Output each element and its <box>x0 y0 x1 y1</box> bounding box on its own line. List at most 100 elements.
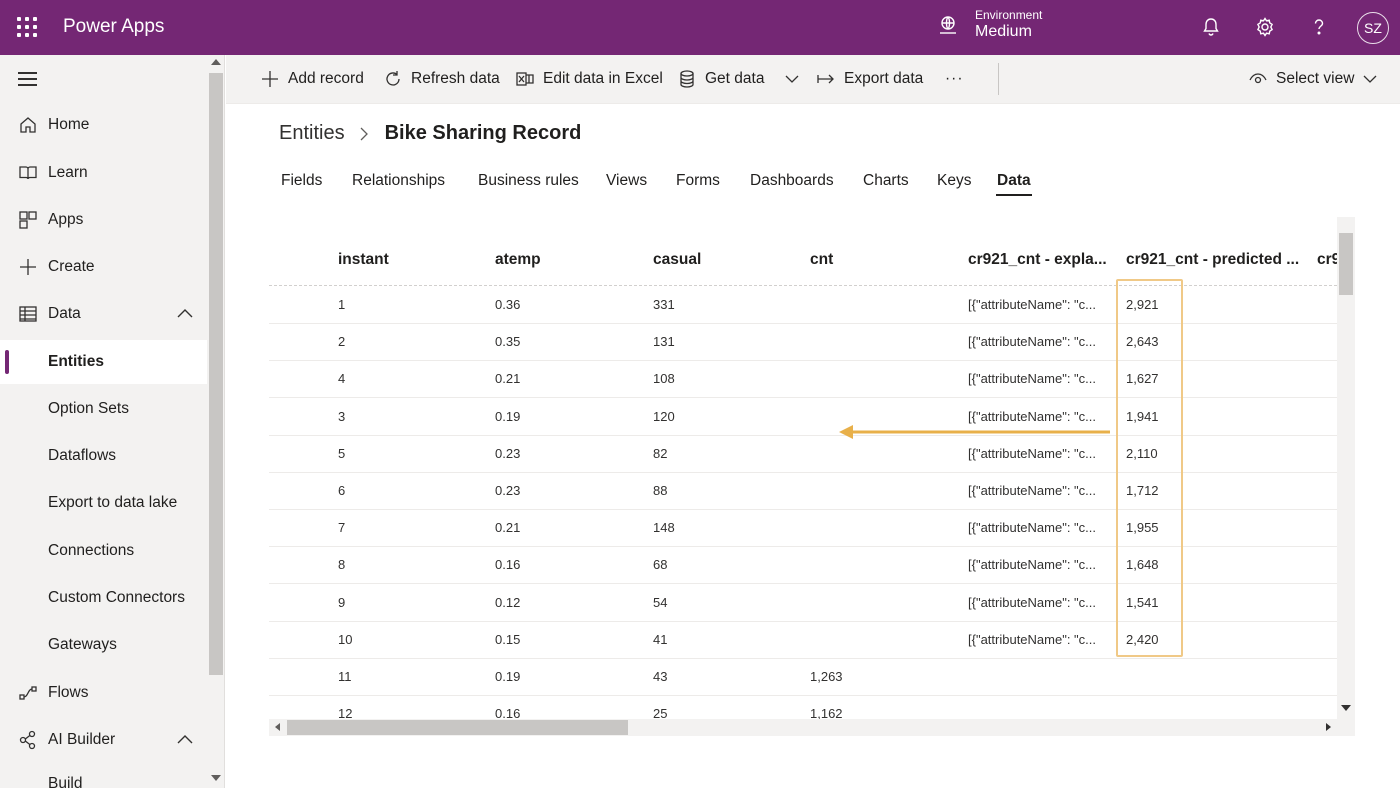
ai-builder-icon <box>19 730 36 750</box>
sidebar-item-data[interactable]: Data <box>0 292 207 336</box>
tab-views[interactable]: Views <box>606 172 647 190</box>
select-view-label: Select view <box>1276 70 1355 87</box>
cell-instant: 3 <box>338 408 346 424</box>
scroll-up-icon[interactable] <box>211 59 221 65</box>
grid-vertical-scrollbar-thumb[interactable] <box>1339 233 1353 295</box>
cell-explain: [{"attributeName": "c... <box>968 520 1097 536</box>
cell-atemp: 0.15 <box>495 631 521 647</box>
refresh-data-label: Refresh data <box>411 70 500 87</box>
get-data-label: Get data <box>705 70 765 87</box>
sidebar-item-entities[interactable]: Entities <box>0 340 207 384</box>
sidebar-item-option-sets[interactable]: Option Sets <box>0 387 207 431</box>
cell-explain: [{"attributeName": "c... <box>968 631 1097 647</box>
sidebar-item-label: Flows <box>48 684 89 701</box>
help-icon[interactable] <box>1308 16 1330 38</box>
sidebar-item-label: Create <box>48 258 95 275</box>
cell-casual: 148 <box>653 520 675 536</box>
sidebar-item-connections[interactable]: Connections <box>0 529 207 573</box>
select-view-button[interactable]: Select view <box>1248 68 1380 90</box>
chevron-right-icon <box>360 127 368 140</box>
sidebar-item-apps[interactable]: Apps <box>0 198 207 242</box>
selection-indicator <box>5 350 9 374</box>
cell-atemp: 0.21 <box>495 520 521 536</box>
tab-forms[interactable]: Forms <box>676 172 720 190</box>
tab-fields[interactable]: Fields <box>281 172 322 190</box>
tab-business-rules[interactable]: Business rules <box>478 172 579 190</box>
sidebar-item-custom-connectors[interactable]: Custom Connectors <box>0 576 207 620</box>
annotation-arrow-icon <box>839 425 1110 439</box>
cell-instant: 9 <box>338 594 346 610</box>
cell-explain: [{"attributeName": "c... <box>968 445 1097 461</box>
get-data-button[interactable]: Get data <box>677 68 764 90</box>
page-title: Bike Sharing Record <box>384 122 582 144</box>
cell-explain: [{"attributeName": "c... <box>968 371 1097 387</box>
app-launcher-icon[interactable] <box>17 17 37 37</box>
bell-icon[interactable] <box>1200 16 1222 38</box>
sidebar-item-home[interactable]: Home <box>0 103 207 147</box>
edit-in-excel-button[interactable]: Edit data in Excel <box>515 68 663 90</box>
environment-label: Environment <box>975 8 1043 22</box>
data-grid: instant atemp casual cnt cr921_cnt - exp… <box>269 217 1355 736</box>
tab-dashboards[interactable]: Dashboards <box>750 172 834 190</box>
sidebar-item-label: Gateways <box>48 636 117 653</box>
sidebar-item-label: Home <box>48 116 90 133</box>
column-header-casual[interactable]: casual <box>653 251 701 269</box>
more-commands-button[interactable]: ··· <box>945 68 964 90</box>
environment-picker[interactable]: Environment Medium <box>937 8 1042 41</box>
cell-instant: 6 <box>338 483 346 498</box>
sidebar-item-flows[interactable]: Flows <box>0 671 207 715</box>
sidebar-item-learn[interactable]: Learn <box>0 151 207 195</box>
cell-casual: 68 <box>653 557 668 573</box>
column-header-instant[interactable]: instant <box>338 251 389 269</box>
book-icon <box>19 166 37 180</box>
divider <box>998 63 999 95</box>
get-data-dropdown-button[interactable] <box>782 68 802 90</box>
top-header: Power Apps Environment Medium SZ <box>0 0 1400 55</box>
cell-explain: [{"attributeName": "c... <box>968 557 1097 573</box>
sidebar-item-gateways[interactable]: Gateways <box>0 623 207 667</box>
predicted-column-highlight <box>1116 279 1183 657</box>
sidebar-item-label: Connections <box>48 542 135 559</box>
tab-data[interactable]: Data <box>997 172 1031 190</box>
scroll-right-icon[interactable] <box>1326 723 1331 731</box>
refresh-data-button[interactable]: Refresh data <box>383 68 500 90</box>
sidebar-item-build[interactable]: Build <box>0 762 207 788</box>
breadcrumb-entities-link[interactable]: Entities <box>279 122 345 145</box>
sidebar-item-label: Apps <box>48 211 84 228</box>
sidebar-item-create[interactable]: Create <box>0 245 207 289</box>
tab-relationships[interactable]: Relationships <box>352 172 445 190</box>
column-header-predicted[interactable]: cr921_cnt - predicted ... <box>1126 251 1299 269</box>
sidebar: Home Learn Apps Create Data Entities Opt… <box>0 55 225 788</box>
column-header-explanation[interactable]: cr921_cnt - expla... <box>968 251 1107 269</box>
gear-icon[interactable] <box>1254 16 1276 38</box>
tab-charts[interactable]: Charts <box>863 172 909 190</box>
avatar[interactable]: SZ <box>1357 12 1389 44</box>
active-tab-underline <box>996 194 1032 196</box>
sidebar-item-ai-builder[interactable]: AI Builder <box>0 718 207 762</box>
cell-instant: 8 <box>338 557 346 573</box>
cell-atemp: 0.19 <box>495 408 521 424</box>
grid-horizontal-scrollbar-thumb[interactable] <box>287 720 628 735</box>
chevron-up-icon[interactable] <box>176 307 194 319</box>
chevron-up-icon[interactable] <box>176 733 194 745</box>
scroll-left-icon[interactable] <box>275 723 280 731</box>
breadcrumb: Entities Bike Sharing Record <box>279 122 581 145</box>
export-arrow-icon <box>817 74 834 84</box>
command-bar: Add record Refresh data Edit data in Exc… <box>226 55 1400 104</box>
add-record-button[interactable]: Add record <box>260 68 364 90</box>
hamburger-menu-icon[interactable] <box>18 72 37 86</box>
sidebar-item-dataflows[interactable]: Dataflows <box>0 434 207 478</box>
export-data-button[interactable]: Export data <box>816 68 923 90</box>
sidebar-item-label: Custom Connectors <box>48 589 185 606</box>
cell-casual: 120 <box>653 408 675 424</box>
column-header-atemp[interactable]: atemp <box>495 251 541 269</box>
app-title[interactable]: Power Apps <box>63 16 164 38</box>
scroll-down-icon[interactable] <box>211 775 221 781</box>
home-icon <box>20 117 36 133</box>
column-header-cnt[interactable]: cnt <box>810 251 833 269</box>
sidebar-scrollbar-thumb[interactable] <box>209 73 223 675</box>
scroll-down-icon[interactable] <box>1341 705 1351 711</box>
cell-atemp: 0.23 <box>495 445 521 461</box>
tab-keys[interactable]: Keys <box>937 172 971 190</box>
sidebar-item-export-to-data-lake[interactable]: Export to data lake <box>0 481 207 525</box>
